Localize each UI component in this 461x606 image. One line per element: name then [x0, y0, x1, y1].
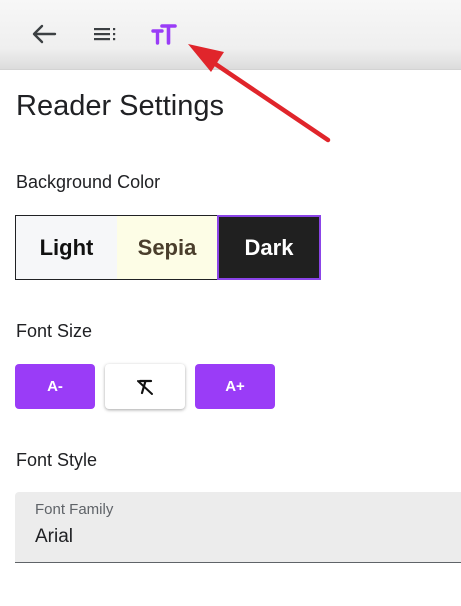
- background-dark-option[interactable]: Dark: [217, 215, 321, 280]
- font-settings-button[interactable]: [144, 14, 184, 54]
- back-button[interactable]: [24, 14, 64, 54]
- background-sepia-option[interactable]: Sepia: [117, 215, 217, 280]
- arrow-left-icon: [32, 24, 57, 44]
- reset-font-size-button[interactable]: [105, 364, 185, 409]
- font-family-field-label: Font Family: [35, 501, 114, 518]
- font-family-value: Arial: [35, 526, 74, 547]
- text-size-icon: [151, 24, 177, 45]
- clear-format-icon: [137, 379, 153, 395]
- increase-font-size-button[interactable]: A+: [195, 364, 275, 409]
- table-of-contents-icon: [94, 28, 116, 41]
- background-light-option[interactable]: Light: [15, 215, 117, 280]
- font-style-label: Font Style: [16, 450, 98, 470]
- top-toolbar: [0, 0, 461, 70]
- font-family-select[interactable]: Font Family Arial: [15, 492, 461, 563]
- page-title: Reader Settings: [16, 90, 224, 122]
- decrease-font-size-button[interactable]: A-: [15, 364, 95, 409]
- background-color-selector: Light Sepia Dark: [15, 215, 321, 280]
- table-of-contents-button[interactable]: [85, 14, 125, 54]
- background-color-label: Background Color: [16, 172, 161, 192]
- font-size-label: Font Size: [16, 321, 93, 341]
